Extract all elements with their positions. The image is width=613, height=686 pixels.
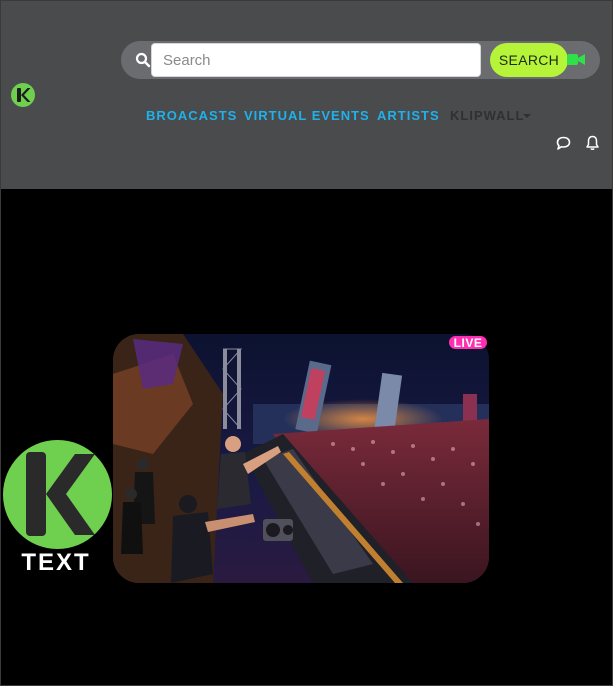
nav-broadcasts[interactable]: BROACASTS xyxy=(146,108,237,123)
header xyxy=(1,1,612,189)
logo-text: TEXT xyxy=(21,549,91,576)
search-icon xyxy=(135,52,151,68)
live-badge: LIVE xyxy=(449,336,487,350)
video-camera-icon[interactable] xyxy=(567,53,585,66)
logo-icon[interactable] xyxy=(11,83,35,107)
live-video-thumbnail[interactable] xyxy=(113,334,489,583)
nav-virtual-events[interactable]: VIRTUAL EVENTS xyxy=(244,108,370,123)
search-button[interactable]: SEARCH xyxy=(490,43,568,77)
search-input[interactable] xyxy=(151,43,481,77)
concert-scene-image xyxy=(113,334,489,583)
nav-klipwall[interactable]: KLIPWALL xyxy=(450,108,524,123)
logo-icon xyxy=(3,440,112,549)
caret-down-icon[interactable] xyxy=(523,114,531,118)
nav-artists[interactable]: ARTISTS xyxy=(377,108,440,123)
chat-icon[interactable] xyxy=(556,136,571,151)
bell-icon[interactable] xyxy=(585,135,600,151)
